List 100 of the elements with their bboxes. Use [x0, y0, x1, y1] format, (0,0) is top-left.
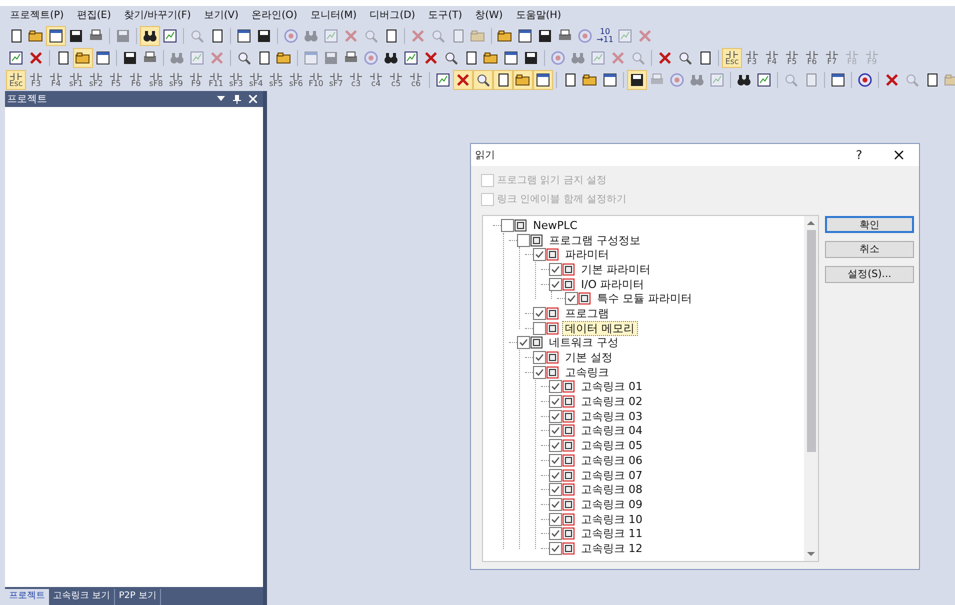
function-key-button[interactable]: F4 — [762, 48, 782, 68]
tree-item[interactable]: 고속링크 04 — [578, 423, 646, 438]
panel-tab[interactable]: 프로젝트 — [5, 589, 49, 605]
pin-icon[interactable] — [233, 94, 241, 104]
tree-item[interactable]: 특수 모듈 파라미터 — [594, 291, 695, 306]
tree-item[interactable]: 기본 파라미터 — [578, 262, 654, 277]
tree-item[interactable]: 프로그램 — [562, 306, 612, 321]
checkbox[interactable] — [517, 234, 530, 247]
window-button[interactable] — [46, 26, 66, 46]
function-key-button[interactable]: F4 — [46, 70, 66, 90]
tree-item[interactable]: 고속링크 02 — [578, 394, 646, 410]
checkbox[interactable] — [533, 248, 546, 262]
function-key-button[interactable]: sF2 — [86, 70, 106, 90]
function-key-button[interactable]: sF1 — [66, 70, 86, 90]
tree-item[interactable]: 데이터 메모리 — [562, 320, 638, 336]
delete-button[interactable] — [453, 70, 473, 90]
checkbox[interactable] — [517, 336, 530, 350]
tree-item[interactable]: 고속링크 03 — [578, 408, 646, 424]
dropdown-icon[interactable] — [217, 96, 225, 102]
scrollbar[interactable] — [804, 216, 818, 561]
checkbox[interactable] — [533, 351, 546, 364]
checkbox[interactable] — [549, 439, 562, 452]
function-key-button[interactable]: F6 — [802, 48, 822, 68]
function-key-button[interactable]: Esc — [6, 70, 26, 90]
document-button[interactable] — [493, 70, 513, 90]
checkbox[interactable] — [549, 542, 562, 555]
close-button[interactable]: × — [879, 143, 919, 167]
function-key-button[interactable]: F3 — [742, 48, 762, 68]
tree-item[interactable]: 고속링크 11 — [578, 526, 646, 542]
checkbox[interactable] — [533, 322, 546, 335]
dialog-button[interactable]: 취소 — [825, 241, 914, 258]
tree-item[interactable]: 고속링크 09 — [578, 496, 646, 512]
panel-tab[interactable]: 고속링크 보기 — [49, 589, 115, 605]
menu-item[interactable]: 편집(E) — [76, 8, 111, 22]
function-key-button[interactable]: sF5 — [266, 70, 286, 90]
function-key-button[interactable]: c3 — [346, 70, 366, 90]
function-key-button[interactable]: F10 — [306, 70, 326, 90]
checkbox[interactable] — [549, 498, 562, 511]
checkbox[interactable] — [549, 380, 562, 394]
checkbox[interactable] — [549, 527, 562, 540]
tree-item[interactable]: 고속링크 08 — [578, 482, 646, 498]
checkbox[interactable] — [549, 483, 562, 496]
function-key-button[interactable]: sF6 — [286, 70, 306, 90]
function-key-button[interactable]: c4 — [366, 70, 386, 90]
help-button[interactable]: ? — [839, 146, 879, 164]
binoculars-button[interactable] — [140, 26, 160, 46]
step-button[interactable]: 10 →11 — [595, 26, 615, 46]
magnifier-button[interactable] — [473, 70, 493, 90]
tree-item[interactable]: 프로그램 구성정보 — [546, 232, 644, 248]
checkbox[interactable] — [533, 306, 546, 320]
menu-item[interactable]: 도움말(H) — [516, 8, 562, 22]
panel-tab[interactable]: P2P 보기 — [114, 589, 162, 605]
function-key-button[interactable]: F5 — [782, 48, 802, 68]
menu-item[interactable]: 온라인(O) — [252, 8, 298, 22]
menu-item[interactable]: 찾기/바꾸기(F) — [124, 8, 191, 22]
scroll-thumb[interactable] — [806, 230, 816, 452]
menu-item[interactable]: 프로젝트(P) — [10, 8, 64, 22]
checkbox[interactable] — [549, 410, 562, 423]
window-button[interactable] — [533, 70, 553, 90]
tree-item[interactable]: 고속링크 06 — [578, 452, 646, 468]
function-key-button[interactable]: sF4 — [246, 70, 266, 90]
dialog-button[interactable]: 설정(S)... — [825, 266, 914, 283]
menu-item[interactable]: 도구(T) — [428, 8, 462, 22]
tree-item[interactable]: 파라미터 — [562, 247, 612, 262]
menu-item[interactable]: 모니터(M) — [310, 8, 357, 22]
menu-item[interactable]: 창(W) — [475, 8, 503, 22]
checkbox[interactable] — [549, 512, 562, 526]
checkbox[interactable] — [533, 366, 546, 379]
checkbox[interactable] — [549, 395, 562, 408]
checkbox[interactable] — [549, 278, 562, 291]
tree-item[interactable]: 네트워크 구성 — [546, 335, 622, 350]
function-key-button[interactable]: F3 — [26, 70, 46, 90]
close-icon[interactable] — [249, 95, 257, 103]
function-key-button[interactable]: F5 — [106, 70, 126, 90]
tree-item[interactable]: NewPLC — [530, 218, 580, 233]
checkbox[interactable] — [565, 292, 578, 306]
function-key-button[interactable]: sF8 — [146, 70, 166, 90]
menu-item[interactable]: 디버그(D) — [370, 8, 416, 22]
tree-item[interactable]: 고속링크 05 — [578, 438, 646, 454]
checkbox[interactable] — [549, 424, 562, 438]
checkbox[interactable] — [549, 468, 562, 482]
folder-button[interactable] — [73, 48, 93, 68]
folder-button[interactable] — [513, 70, 533, 90]
function-key-button[interactable]: c5 — [386, 70, 406, 90]
tree-item[interactable]: I/O 파라미터 — [578, 276, 648, 292]
function-key-button[interactable]: F7 — [822, 48, 842, 68]
function-key-button[interactable]: sF3 — [226, 70, 246, 90]
tree-item[interactable]: 고속링크 10 — [578, 512, 646, 527]
floppy-disk-button[interactable] — [627, 70, 647, 90]
function-key-button[interactable]: F11 — [206, 70, 226, 90]
function-key-button[interactable]: c6 — [406, 70, 426, 90]
tree-item[interactable]: 기본 설정 — [562, 350, 616, 366]
function-key-button[interactable]: sF9 — [166, 70, 186, 90]
function-key-button[interactable]: F9 — [186, 70, 206, 90]
menu-item[interactable]: 보기(V) — [204, 8, 239, 22]
checkbox[interactable] — [549, 262, 562, 276]
checkbox[interactable] — [549, 454, 562, 467]
function-key-button[interactable]: F6 — [126, 70, 146, 90]
dialog-button[interactable]: 확인 — [825, 216, 914, 233]
checkbox[interactable] — [501, 218, 514, 232]
